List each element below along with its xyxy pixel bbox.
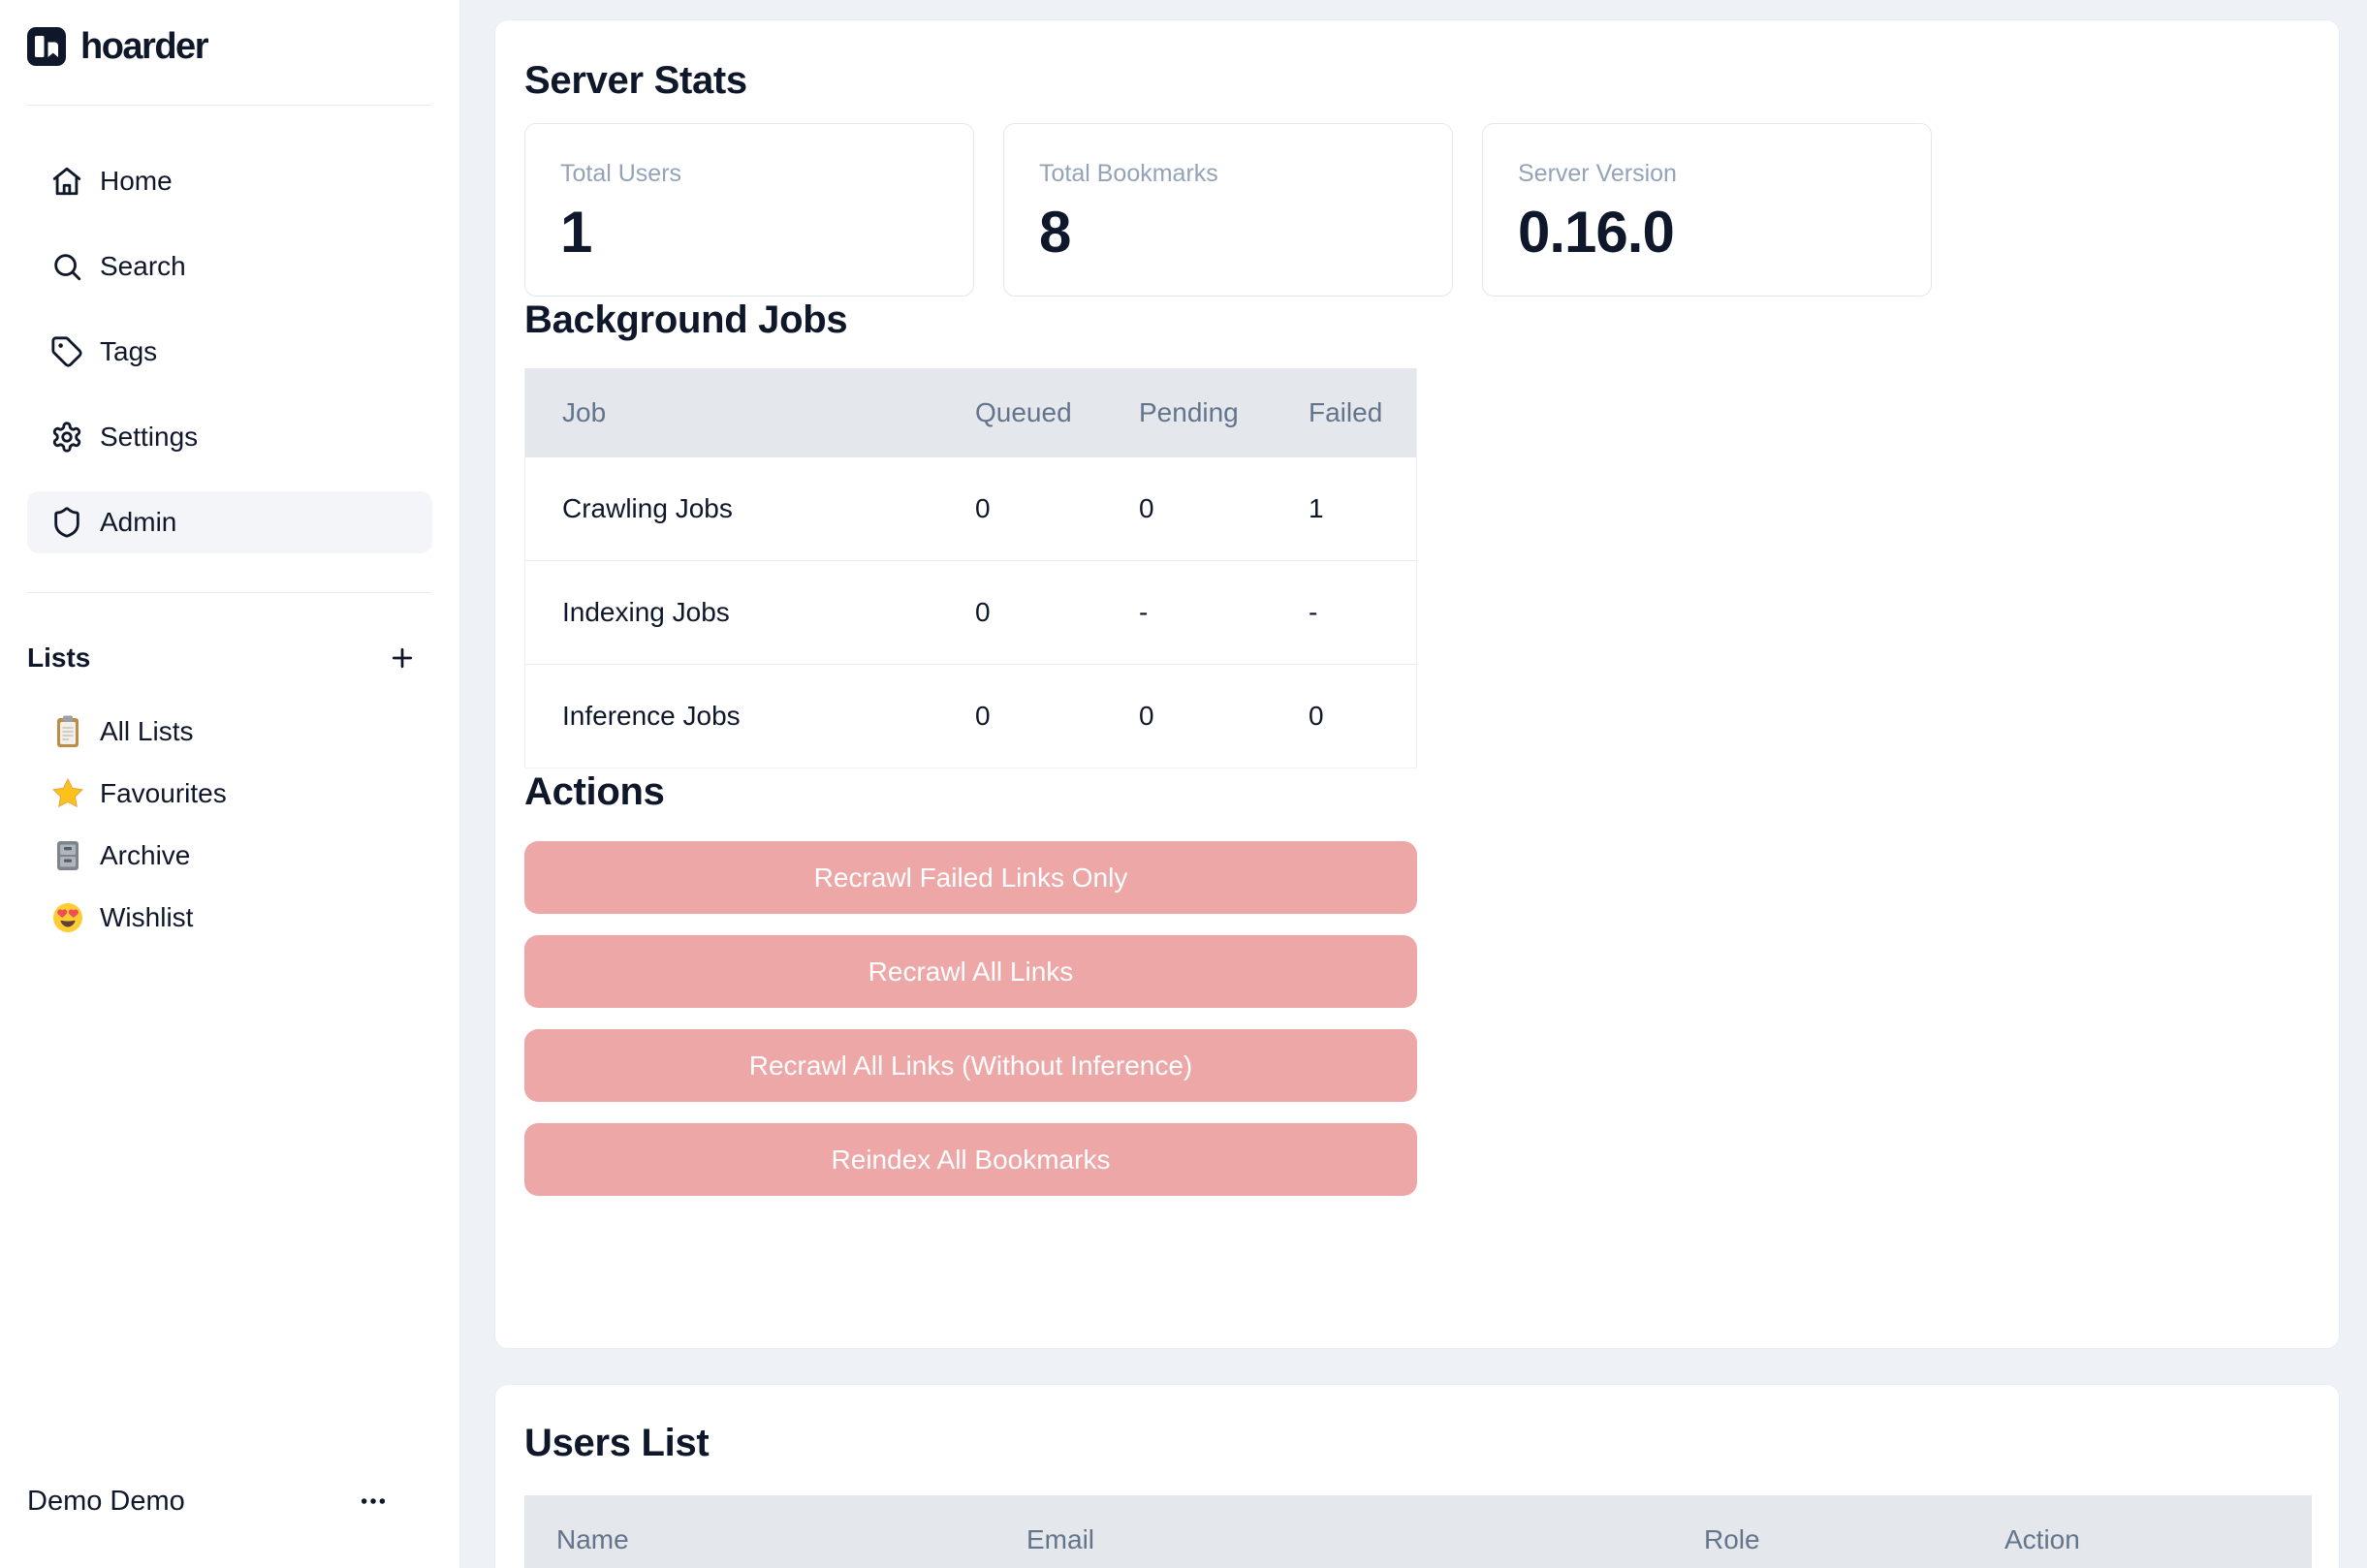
actions-title: Actions: [524, 768, 2310, 815]
clipboard-emoji-icon: [50, 714, 85, 749]
search-icon: [50, 250, 83, 283]
column-header-job: Job: [525, 397, 975, 428]
logo-text: hoarder: [80, 26, 207, 68]
sidebar-item-home[interactable]: Home: [27, 150, 432, 212]
job-name: Indexing Jobs: [525, 597, 975, 628]
stat-label: Server Version: [1518, 159, 1896, 188]
recrawl-all-links-button[interactable]: Recrawl All Links: [524, 935, 1417, 1008]
sidebar-nav: Home Search Tags Settings: [27, 150, 432, 553]
failed-count: 0: [1309, 701, 1417, 732]
failed-count: 1: [1309, 493, 1417, 524]
list-item-label: Favourites: [100, 778, 227, 809]
table-row-indexing-jobs: Indexing Jobs 0 - -: [525, 561, 1416, 665]
sidebar-item-label: Home: [100, 166, 173, 197]
sidebar-item-label: Settings: [100, 422, 198, 453]
users-list-title: Users List: [524, 1385, 2310, 1466]
stat-value: 0.16.0: [1518, 202, 1896, 264]
sidebar-item-label: Admin: [100, 507, 176, 538]
sidebar-item-search[interactable]: Search: [27, 235, 432, 298]
users-table-header-row: Name Email Role Action: [524, 1495, 2312, 1568]
column-header-name: Name: [556, 1524, 629, 1555]
sidebar-item-label: Search: [100, 251, 186, 282]
queued-count: 0: [975, 597, 1139, 628]
heart-eyes-emoji-icon: [50, 900, 85, 935]
sidebar-item-archive[interactable]: Archive: [27, 832, 432, 879]
sidebar-item-all-lists[interactable]: All Lists: [27, 708, 432, 755]
shield-icon: [50, 506, 83, 539]
pending-count: -: [1139, 597, 1309, 628]
pending-count: 0: [1139, 701, 1309, 732]
divider: [27, 592, 432, 593]
actions-buttons: Recrawl Failed Links Only Recrawl All Li…: [524, 841, 1417, 1196]
stat-value: 1: [560, 202, 938, 264]
column-header-pending: Pending: [1139, 397, 1309, 428]
home-icon: [50, 165, 83, 198]
server-stats-title: Server Stats: [524, 20, 2310, 104]
stat-label: Total Bookmarks: [1039, 159, 1417, 188]
list-item-label: All Lists: [100, 716, 193, 747]
column-header-email: Email: [1026, 1524, 1094, 1555]
queued-count: 0: [975, 493, 1139, 524]
table-row-crawling-jobs: Crawling Jobs 0 0 1: [525, 457, 1416, 561]
list-item-label: Wishlist: [100, 902, 193, 933]
user-name: Demo Demo: [27, 1486, 185, 1518]
lists: All Lists Favourites: [27, 708, 432, 941]
recrawl-all-links-without-inference-button[interactable]: Recrawl All Links (Without Inference): [524, 1029, 1417, 1102]
admin-panel-card: Server Stats Total Users 1 Total Bookmar…: [494, 19, 2340, 1349]
stat-card-total-users: Total Users 1: [524, 123, 974, 297]
sidebar-item-favourites[interactable]: Favourites: [27, 770, 432, 817]
users-list-card: Users List Name Email Role Action: [494, 1384, 2340, 1568]
list-item-label: Archive: [100, 840, 190, 871]
job-name: Inference Jobs: [525, 701, 975, 732]
hoarder-logo-icon: [27, 27, 66, 66]
server-stats-cards: Total Users 1 Total Bookmarks 8 Server V…: [524, 123, 2310, 297]
logo[interactable]: hoarder: [27, 0, 432, 66]
recrawl-failed-links-button[interactable]: Recrawl Failed Links Only: [524, 841, 1417, 914]
failed-count: -: [1309, 597, 1417, 628]
hoarder-admin-page: hoarder Home Search Tags: [0, 0, 2367, 1568]
sidebar-item-tags[interactable]: Tags: [27, 321, 432, 383]
sidebar-item-wishlist[interactable]: Wishlist: [27, 894, 432, 941]
stat-card-total-bookmarks: Total Bookmarks 8: [1003, 123, 1453, 297]
ellipsis-icon[interactable]: [359, 1487, 388, 1516]
queued-count: 0: [975, 701, 1139, 732]
user-menu[interactable]: Demo Demo: [27, 1470, 432, 1532]
stat-label: Total Users: [560, 159, 938, 188]
gear-icon: [50, 421, 83, 454]
sidebar-item-admin[interactable]: Admin: [27, 491, 432, 553]
sidebar-item-settings[interactable]: Settings: [27, 406, 432, 468]
sidebar-item-label: Tags: [100, 336, 157, 367]
job-name: Crawling Jobs: [525, 493, 975, 524]
lists-header: Lists: [27, 642, 432, 674]
star-emoji-icon: [50, 776, 85, 811]
sidebar: hoarder Home Search Tags: [0, 0, 459, 1568]
table-header-row: Job Queued Pending Failed: [525, 368, 1416, 457]
column-header-queued: Queued: [975, 397, 1139, 428]
cabinet-emoji-icon: [50, 838, 85, 873]
lists-title: Lists: [27, 643, 90, 674]
add-list-button[interactable]: [388, 643, 417, 673]
column-header-role: Role: [1704, 1524, 1760, 1555]
divider: [27, 105, 432, 106]
column-header-failed: Failed: [1309, 397, 1417, 428]
table-row-inference-jobs: Inference Jobs 0 0 0: [525, 665, 1416, 768]
pending-count: 0: [1139, 493, 1309, 524]
stat-value: 8: [1039, 202, 1417, 264]
background-jobs-title: Background Jobs: [524, 297, 2310, 343]
column-header-action: Action: [2004, 1524, 2080, 1555]
background-jobs-table: Job Queued Pending Failed Crawling Jobs …: [524, 368, 1417, 768]
stat-card-server-version: Server Version 0.16.0: [1482, 123, 1932, 297]
reindex-all-bookmarks-button[interactable]: Reindex All Bookmarks: [524, 1123, 1417, 1196]
tag-icon: [50, 335, 83, 368]
